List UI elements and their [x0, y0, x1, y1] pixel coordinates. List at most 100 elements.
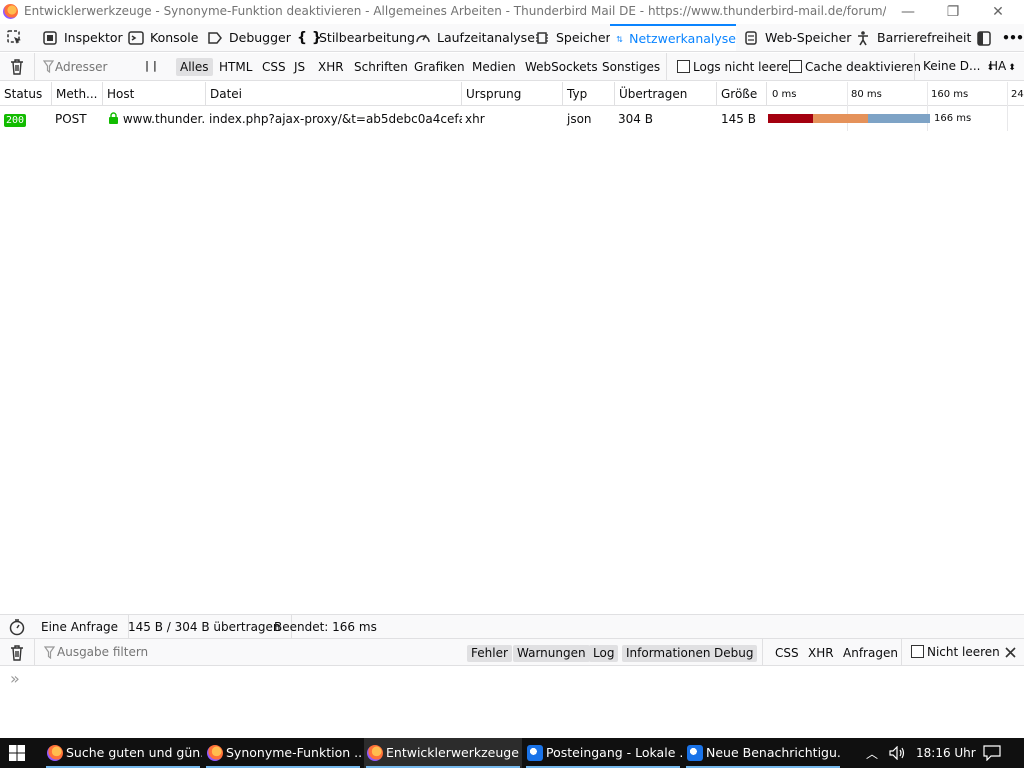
dock-options-button[interactable] — [975, 24, 993, 51]
firefox-icon — [367, 745, 383, 761]
request-file: index.php?ajax-proxy/&t=ab5debc0a4cefa9b… — [209, 112, 462, 126]
volume-icon[interactable] — [889, 746, 907, 760]
persist-logs-toggle[interactable]: Logs nicht leeren — [677, 60, 796, 74]
console-input-area[interactable]: » — [0, 667, 1024, 738]
request-waterfall — [768, 114, 930, 123]
windows-start-icon[interactable] — [9, 745, 25, 761]
url-filter-input[interactable] — [55, 59, 133, 75]
taskbar-item-label: Neue Benachrichtigu... — [706, 745, 842, 760]
thunderbird-icon — [527, 745, 543, 761]
column-file[interactable]: Datei — [206, 82, 462, 106]
inspector-icon — [43, 30, 57, 45]
taskbar-item[interactable]: Neue Benachrichtigu... — [684, 738, 842, 768]
taskbar-item[interactable]: Posteingang - Lokale ... — [524, 738, 682, 768]
status-badge: 200 — [4, 114, 27, 127]
url-filter[interactable] — [34, 53, 134, 81]
chevron-up-icon[interactable]: ︿ — [866, 745, 878, 762]
level-debug[interactable]: Debug — [710, 645, 758, 662]
disable-cache-label: Cache deaktivieren — [805, 60, 921, 74]
console-filter-requests[interactable]: Anfragen — [840, 645, 901, 662]
tab-netzwerkanalyse[interactable]: Netzwerkanalyse — [610, 24, 736, 51]
close-icon[interactable] — [1004, 646, 1017, 659]
throttle-select[interactable]: Keine D... ⬍ — [923, 59, 994, 73]
filter-sonstiges[interactable]: Sonstiges — [598, 58, 664, 76]
level-fehler[interactable]: Fehler — [467, 645, 512, 662]
request-size: 145 B — [721, 112, 756, 126]
tab-speicher[interactable]: Speicher — [534, 24, 611, 51]
tab-label: Debugger — [229, 30, 291, 45]
filter-grafiken[interactable]: Grafiken — [410, 58, 469, 76]
console-persist-toggle[interactable]: Nicht leeren — [911, 645, 1000, 659]
taskbar-item-label: Suche guten und gün... — [66, 745, 202, 760]
filter-medien[interactable]: Medien — [468, 58, 520, 76]
tab-laufzeitanalyse[interactable]: Laufzeitanalyse — [415, 24, 535, 51]
har-menu[interactable]: HA ⬍ — [989, 59, 1016, 73]
level-log[interactable]: Log — [589, 645, 619, 662]
column-cause[interactable]: Ursprung — [462, 82, 563, 106]
column-host[interactable]: Host — [103, 82, 206, 106]
disable-cache-checkbox[interactable] — [789, 60, 802, 73]
divider — [914, 53, 915, 81]
dock-icon — [977, 30, 991, 46]
tab-stilbearbeitung[interactable]: { } Stilbearbeitung — [297, 24, 415, 51]
trash-icon[interactable] — [9, 58, 25, 76]
request-host: www.thunder... — [106, 107, 206, 131]
close-window-button[interactable]: ✕ — [978, 2, 1018, 22]
column-method[interactable]: Meth... — [52, 82, 103, 106]
network-icon — [616, 35, 623, 42]
notification-icon[interactable] — [983, 745, 1001, 761]
filter-alles[interactable]: Alles — [176, 58, 213, 76]
tab-konsole[interactable]: Konsole — [128, 24, 198, 51]
filter-js[interactable]: JS — [290, 58, 309, 76]
column-type[interactable]: Typ — [563, 82, 615, 106]
persist-logs-checkbox[interactable] — [677, 60, 690, 73]
tab-barrierefreiheit[interactable]: Barrierefreiheit — [855, 24, 971, 51]
console-filter[interactable] — [34, 639, 454, 665]
tab-web-speicher[interactable]: Web-Speicher — [743, 24, 851, 51]
tab-label: Inspektor — [64, 30, 123, 45]
console-persist-label: Nicht leeren — [927, 645, 1000, 659]
filter-websockets[interactable]: WebSockets — [521, 58, 602, 76]
level-informationen[interactable]: Informationen — [622, 645, 715, 662]
tab-inspektor[interactable]: Inspektor — [42, 24, 123, 51]
storage-icon — [745, 30, 757, 45]
stopwatch-icon[interactable] — [8, 618, 26, 636]
request-host-text: www.thunder... — [122, 112, 206, 126]
element-picker-button[interactable] — [6, 24, 24, 51]
more-menu-button[interactable]: ••• — [1002, 24, 1024, 51]
taskbar-item[interactable]: Suche guten und gün... — [44, 738, 202, 768]
column-size[interactable]: Größe — [717, 82, 767, 106]
devtools-toolbar: Inspektor Konsole Debugger { } Stilbearb… — [0, 24, 1024, 52]
console-filter-xhr[interactable]: XHR — [805, 645, 837, 662]
minimize-button[interactable]: — — [888, 2, 928, 22]
console-persist-checkbox[interactable] — [911, 645, 924, 658]
level-warnungen[interactable]: Warnungen — [513, 645, 590, 662]
filter-schriften[interactable]: Schriften — [350, 58, 412, 76]
timeline-tick: 160 ms — [931, 89, 969, 100]
console-icon — [128, 30, 144, 45]
request-method: POST — [55, 112, 87, 126]
throttle-value: Keine D... — [923, 59, 981, 73]
taskbar-item[interactable]: Entwicklerwerkzeuge ... — [364, 738, 522, 768]
pause-button[interactable]: | | — [145, 59, 157, 72]
filter-css[interactable]: CSS — [258, 58, 290, 76]
timeline-tick: 240 — [1011, 89, 1024, 100]
console-filter-input[interactable] — [57, 644, 357, 660]
taskbar-item[interactable]: Synonyme-Funktion ... — [204, 738, 362, 768]
filter-xhr[interactable]: XHR — [314, 58, 348, 76]
taskbar-clock[interactable]: 18:16 Uhr — [916, 738, 976, 768]
firefox-icon — [3, 4, 18, 19]
har-label: HA — [989, 59, 1007, 73]
disable-cache-toggle[interactable]: Cache deaktivieren — [789, 60, 921, 74]
tab-debugger[interactable]: Debugger — [207, 24, 291, 51]
column-transferred[interactable]: Übertragen — [615, 82, 717, 106]
table-row[interactable]: 200 POST www.thunder... index.php?ajax-p… — [0, 107, 1024, 131]
console-prompt-icon: » — [10, 669, 20, 688]
restore-button[interactable]: ❐ — [933, 2, 973, 22]
console-filter-css[interactable]: CSS — [772, 645, 802, 662]
column-status[interactable]: Status — [0, 82, 52, 106]
trash-icon[interactable] — [9, 644, 25, 662]
request-status: 200 — [0, 107, 52, 131]
filter-html[interactable]: HTML — [215, 58, 256, 76]
performance-icon — [416, 34, 430, 42]
